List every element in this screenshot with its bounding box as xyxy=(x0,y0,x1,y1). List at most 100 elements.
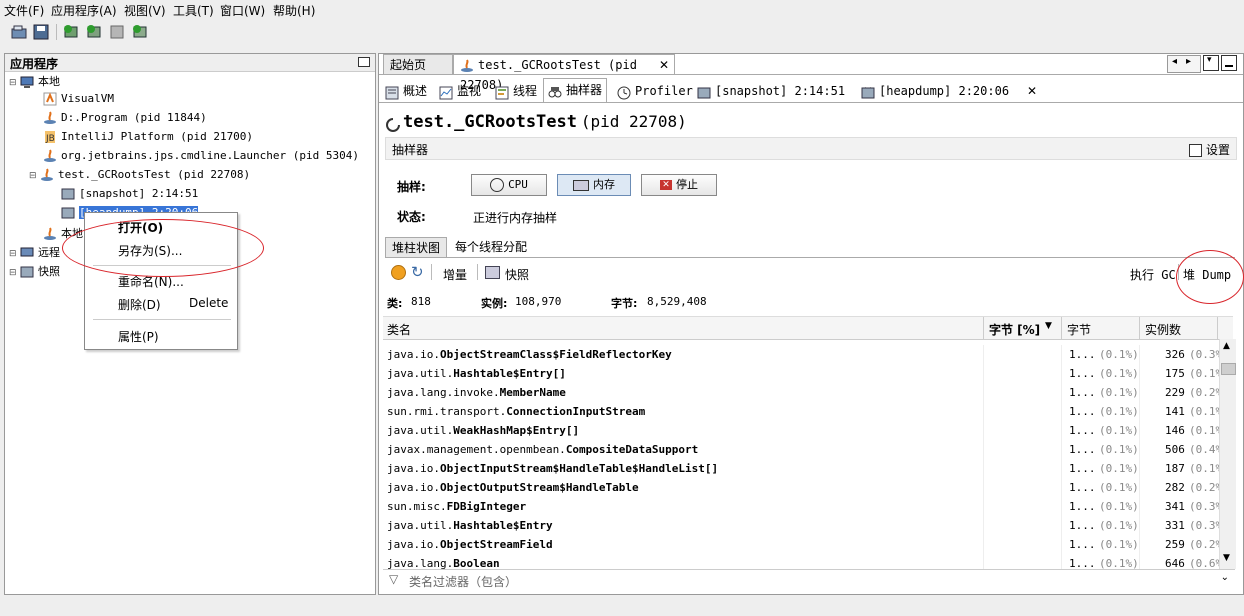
filter-icon[interactable]: ▽ xyxy=(389,572,398,586)
memory-button[interactable]: 内存 xyxy=(557,174,631,196)
class-name-cell: java.io.ObjectInputStream$HandleTable$Ha… xyxy=(387,462,718,475)
instances-cell: 326 xyxy=(1165,348,1185,361)
close-icon[interactable]: ✕ xyxy=(1027,84,1037,98)
delete-shortcut: Delete xyxy=(189,296,229,310)
tab-monitor[interactable]: 监视 xyxy=(439,80,481,102)
tree-node-process[interactable]: D:.Program (pid 11844) xyxy=(43,111,207,125)
tab-per-thread-allocations[interactable]: 每个线程分配 xyxy=(455,237,527,257)
menu-application[interactable]: 应用程序(A) xyxy=(51,2,117,19)
applications-panel-header: 应用程序 xyxy=(5,54,375,72)
refresh-icon[interactable]: ↻ xyxy=(411,263,424,281)
open-file-icon[interactable] xyxy=(10,23,28,41)
table-row[interactable]: java.util.Hashtable$Entry 1... (0.1%) 331 (0… xyxy=(383,516,1229,535)
tree-node-snapshots[interactable]: ⊟ 快照 xyxy=(9,263,60,279)
table-row[interactable]: java.io.ObjectOutputStream$HandleTable 1.… xyxy=(383,478,1229,497)
tree-node-process[interactable]: org.jetbrains.jps.cmdline.Launcher (pid … xyxy=(43,149,359,163)
java-icon xyxy=(43,227,57,241)
instances-cell: 187 xyxy=(1165,462,1185,475)
menu-tools[interactable]: 工具(T) xyxy=(173,2,214,19)
table-row[interactable]: java.io.ObjectInputStream$HandleTable$Ha… xyxy=(383,459,1229,478)
pause-icon[interactable] xyxy=(391,265,406,280)
scroll-down-icon[interactable]: ▼ xyxy=(1223,553,1230,563)
class-filter-input[interactable]: 类名过滤器（包含） xyxy=(409,573,517,590)
class-filter-bar: ▽ 类名过滤器（包含） ⌄ xyxy=(383,569,1235,590)
menu-item-delete[interactable]: 删除(D) xyxy=(118,296,161,313)
tab-heap-histogram[interactable]: 堆柱状图 xyxy=(385,237,447,257)
class-name: ObjectStreamClass$FieldReflectorKey xyxy=(439,348,672,361)
tab-snapshot[interactable]: [snapshot] 2:14:51✕ xyxy=(697,80,873,102)
class-name-cell: java.util.WeakHashMap$Entry[] xyxy=(387,424,579,437)
minimize-icon[interactable] xyxy=(358,57,370,67)
tab-profiler[interactable]: Profiler xyxy=(617,80,693,102)
close-icon[interactable]: ✕ xyxy=(659,55,669,75)
table-row[interactable]: sun.rmi.transport.ConnectionInputStream 1… xyxy=(383,402,1229,421)
class-name-cell: java.util.Hashtable$Entry xyxy=(387,519,553,532)
tab-overview[interactable]: 概述 xyxy=(385,80,427,102)
column-header-bytes-percent[interactable]: 字节 [%] xyxy=(989,321,1040,338)
menu-window[interactable]: 窗口(W) xyxy=(220,2,265,19)
menu-view[interactable]: 视图(V) xyxy=(124,2,166,19)
table-row[interactable]: javax.management.openmbean.CompositeData… xyxy=(383,440,1229,459)
chevron-down-icon[interactable]: ⌄ xyxy=(1221,572,1229,583)
tree-node-local[interactable]: ⊟ 本地 xyxy=(9,73,60,89)
class-name: ObjectStreamField xyxy=(439,538,553,551)
tree-node-snapshot[interactable]: [snapshot] 2:14:51 xyxy=(61,187,198,201)
snapshot-icon xyxy=(61,187,75,201)
scrollbar-thumb[interactable] xyxy=(1221,363,1236,375)
snapshot-icon[interactable] xyxy=(485,266,500,279)
scroll-up-icon[interactable]: ▲ xyxy=(1223,341,1230,351)
tree-node-process[interactable]: JB IntelliJ Platform (pid 21700) xyxy=(43,130,253,144)
tree-node-remote[interactable]: ⊟ 远程 xyxy=(9,244,60,260)
add-vm-coredump-icon[interactable] xyxy=(108,23,126,41)
class-name: ConnectionInputStream xyxy=(506,405,646,418)
column-header-instances[interactable]: 实例数 xyxy=(1145,321,1181,338)
toolbar xyxy=(0,20,1244,46)
delta-button[interactable]: 增量 xyxy=(443,266,467,283)
package-name: sun.rmi.transport. xyxy=(387,405,507,418)
clock-icon xyxy=(490,178,505,192)
instances-cell: 506 xyxy=(1165,443,1185,456)
applications-panel-title: 应用程序 xyxy=(10,57,59,71)
instances-cell: 229 xyxy=(1165,386,1185,399)
tab-sampler[interactable]: 抽样器 xyxy=(543,78,608,103)
tab-scroll-buttons[interactable]: ◂ ▸ xyxy=(1167,55,1201,73)
tree-node-process-gcroots[interactable]: ⊟ test._GCRootsTest (pid 22708) xyxy=(29,168,250,182)
table-row[interactable]: java.io.ObjectStreamClass$FieldReflector… xyxy=(383,345,1229,364)
bytes-cell: 1... xyxy=(1069,538,1096,551)
column-header-class-name[interactable]: 类名 xyxy=(387,321,411,338)
overview-icon xyxy=(385,85,399,99)
tab-threads[interactable]: 线程 xyxy=(495,80,537,102)
add-remote-icon[interactable] xyxy=(85,23,103,41)
column-header-bytes[interactable]: 字节 xyxy=(1067,321,1091,338)
tab-list-icon[interactable]: ▾ xyxy=(1203,55,1219,71)
chevron-right-icon[interactable]: ▸ xyxy=(1186,56,1191,67)
table-row[interactable]: sun.misc.FDBigInteger 1... (0.1%) 341 (0.3%) xyxy=(383,497,1229,516)
checkbox-icon[interactable] xyxy=(1189,144,1203,157)
settings-checkbox[interactable]: 设置 xyxy=(1189,141,1230,158)
menu-file[interactable]: 文件(F) xyxy=(4,2,44,19)
tab-start-page[interactable]: 起始页 xyxy=(383,54,453,74)
table-row[interactable]: java.lang.invoke.MemberName 1... (0.1%) 229… xyxy=(383,383,1229,402)
table-row[interactable]: java.io.ObjectStreamField 1... (0.1%) 259 (0… xyxy=(383,535,1229,554)
snapshot-button[interactable]: 快照 xyxy=(505,266,529,283)
save-icon[interactable] xyxy=(32,23,50,41)
add-snapshot-icon[interactable] xyxy=(131,23,149,41)
java-icon xyxy=(43,149,57,163)
class-name-cell: java.io.ObjectOutputStream$HandleTable xyxy=(387,481,639,494)
tab-gcroots[interactable]: test._GCRootsTest (pid 22708) ✕ xyxy=(453,54,675,92)
minimize-window-icon[interactable] xyxy=(1221,55,1237,71)
cpu-button[interactable]: CPU xyxy=(471,174,547,196)
menu-item-properties[interactable]: 属性(P) xyxy=(118,328,159,345)
table-row[interactable]: java.util.WeakHashMap$Entry[] 1... (0.1%) 1… xyxy=(383,421,1229,440)
tree-node-visualvm[interactable]: VisualVM xyxy=(43,92,114,106)
stop-button[interactable]: ✕ 停止 xyxy=(641,174,717,196)
tab-heapdump[interactable]: [heapdump] 2:20:06 ✕ xyxy=(861,80,1037,102)
chevron-left-icon[interactable]: ◂ xyxy=(1172,56,1177,67)
table-row[interactable]: java.util.Hashtable$Entry[] 1... (0.1%) 175… xyxy=(383,364,1229,383)
menu-help[interactable]: 帮助(H) xyxy=(273,2,315,19)
loading-icon xyxy=(385,117,400,132)
intellij-icon: JB xyxy=(43,130,57,144)
add-jmx-icon[interactable] xyxy=(62,23,80,41)
vertical-scrollbar[interactable]: ▲ ▼ xyxy=(1219,339,1236,569)
perform-gc-button[interactable]: 执行 GC xyxy=(1130,266,1176,283)
